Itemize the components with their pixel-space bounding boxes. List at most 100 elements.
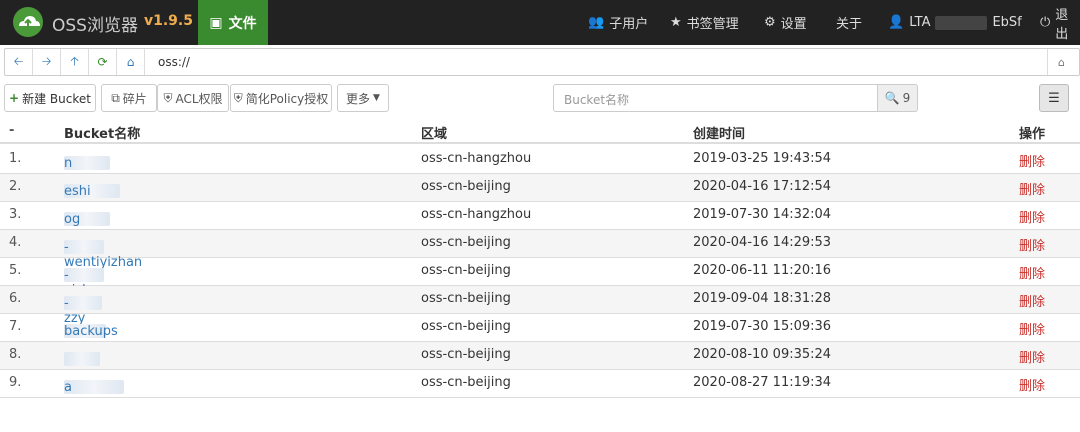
folder-icon: ▣ (209, 14, 223, 31)
delete-link[interactable]: 删除 (1019, 319, 1045, 338)
bucket-name-suffix: n (64, 156, 73, 171)
bucket-created: 2020-04-16 17:12:54 (693, 179, 832, 194)
table-row[interactable]: 8.⛁xoss-cn-beijing2020-08-10 09:35:24删除 (0, 342, 1080, 370)
bookmarks-link[interactable]: ★ 书签管理 (670, 0, 739, 45)
copy-icon: ⧉ (111, 90, 120, 105)
table-row[interactable]: 5.⛁ai-yizhanoss-cn-beijing2020-06-11 11:… (0, 258, 1080, 298)
account-menu[interactable]: 👤 LTA EbSf (888, 0, 1022, 45)
more-label: 更多 (346, 91, 371, 106)
caret-down-icon: ▼ (373, 93, 380, 103)
new-bucket-label: 新建 Bucket (22, 91, 91, 106)
new-bucket-button[interactable]: + 新建 Bucket (4, 84, 96, 112)
tab-files[interactable]: ▣ 文件 (198, 0, 268, 45)
tab-files-label: 文件 (228, 15, 257, 32)
settings-link[interactable]: ⚙ 设置 (764, 0, 807, 45)
user-icon: 👤 (888, 15, 905, 30)
header-action: 操作 (1019, 127, 1046, 142)
bucket-created: 2019-07-30 14:32:04 (693, 207, 832, 222)
bucket-name-suffix: eshi (64, 184, 91, 199)
header-select-all[interactable]: - (9, 123, 14, 138)
header-bucket-name[interactable]: Bucket名称 (64, 123, 140, 142)
search-icon: 🔍 (884, 91, 900, 105)
delete-link[interactable]: 删除 (1019, 291, 1045, 310)
row-index: 7. (9, 319, 22, 334)
arrow-up-icon: 🡡 (70, 53, 79, 68)
app-version: v1.9.5 (144, 13, 193, 29)
arrow-left-icon: 🡠 (13, 53, 24, 68)
table-row[interactable]: 9.⛁xaoss-cn-beijing2020-08-27 11:19:34删除 (0, 370, 1080, 398)
refresh-button[interactable]: ⟳ (89, 49, 117, 75)
bucket-created: 2019-07-30 15:09:36 (693, 319, 832, 334)
bucket-region: oss-cn-beijing (421, 375, 511, 390)
policy-button[interactable]: ⛨ 简化Policy授权 (230, 84, 332, 112)
bucket-created: 2019-09-04 18:31:28 (693, 291, 832, 306)
home-button[interactable]: ⌂ (117, 49, 145, 75)
delete-link[interactable]: 删除 (1019, 263, 1045, 282)
account-id-prefix: LTA (909, 15, 931, 30)
power-icon: ⏻ (1040, 15, 1051, 30)
about-link[interactable]: 关于 (836, 0, 862, 45)
address-input[interactable]: oss:// (158, 55, 190, 69)
bucket-name-suffix: a (64, 380, 72, 395)
back-button[interactable]: 🡠 (5, 49, 33, 75)
bucket-created: 2020-08-27 11:19:34 (693, 375, 832, 390)
list-view-toggle[interactable]: ☰ (1039, 84, 1069, 112)
sub-user-label: 子用户 (609, 17, 649, 32)
sub-user-link[interactable]: 👥 子用户 (588, 0, 648, 45)
logout-link[interactable]: ⏻ 退出 (1040, 0, 1080, 45)
bucket-region: oss-cn-beijing (421, 291, 511, 306)
redacted-account (935, 15, 988, 30)
more-dropdown[interactable]: 更多 ▼ (337, 84, 389, 112)
users-icon: 👥 (588, 15, 605, 30)
list-icon: ☰ (1048, 90, 1060, 106)
bucket-created: 2020-08-10 09:35:24 (693, 347, 832, 362)
bookmarks-label: 书签管理 (686, 17, 739, 32)
table-row[interactable]: 3.⛁aogoss-cn-hangzhou2019-07-30 14:32:04… (0, 202, 1080, 230)
row-index: 9. (9, 375, 22, 390)
table-row[interactable]: 2.⛁aeshioss-cn-beijing2020-04-16 17:12:5… (0, 174, 1080, 202)
delete-link[interactable]: 删除 (1019, 235, 1045, 254)
redacted-name (64, 352, 100, 366)
header-region[interactable]: 区域 (421, 123, 447, 142)
acl-label: ACL权限 (175, 91, 223, 106)
delete-link[interactable]: 删除 (1019, 151, 1045, 170)
bucket-created: 2019-03-25 19:43:54 (693, 151, 832, 166)
account-id-suffix: EbSf (992, 15, 1022, 30)
table-header: - Bucket名称 区域 创建时间 操作 (0, 118, 1080, 144)
forward-button[interactable]: 🡢 (33, 49, 61, 75)
table-row[interactable]: 1.⛁ainoss-cn-hangzhou2019-03-25 19:43:54… (0, 146, 1080, 174)
fragments-label: 碎片 (122, 91, 147, 106)
fragments-button[interactable]: ⧉ 碎片 (101, 84, 157, 112)
bucket-region: oss-cn-beijing (421, 263, 511, 278)
refresh-icon: ⟳ (97, 55, 108, 69)
acl-button[interactable]: ⛨ ACL权限 (157, 84, 229, 112)
top-navbar: OSS浏览器 v1.9.5 ▣ 文件 👥 子用户 ★ 书签管理 ⚙ 设置 关于 … (0, 0, 1080, 45)
home-icon: ⌂ (1058, 55, 1065, 69)
table-row[interactable]: 4.⛁ai-wentiyizhanoss-cn-beijing2020-04-1… (0, 230, 1080, 270)
bookmark-home-button[interactable]: ⌂ (1047, 49, 1075, 75)
delete-link[interactable]: 删除 (1019, 375, 1045, 394)
star-icon: ★ (670, 15, 682, 30)
row-index: 1. (9, 151, 22, 166)
delete-link[interactable]: 删除 (1019, 347, 1045, 366)
arrow-right-icon: 🡢 (41, 53, 52, 68)
bucket-region: oss-cn-beijing (421, 319, 511, 334)
delete-link[interactable]: 删除 (1019, 179, 1045, 198)
row-index: 3. (9, 207, 22, 222)
bucket-region: oss-cn-beijing (421, 179, 511, 194)
search-button[interactable]: 🔍 9 (878, 84, 918, 112)
delete-link[interactable]: 删除 (1019, 207, 1045, 226)
bucket-created: 2020-04-16 14:29:53 (693, 235, 832, 250)
up-button[interactable]: 🡡 (61, 49, 89, 75)
shield-icon: ⛨ (163, 90, 173, 105)
plus-icon: + (9, 91, 20, 105)
bucket-search-input[interactable]: Bucket名称 (553, 84, 878, 112)
shield-icon: ⛨ (233, 90, 243, 105)
bucket-region: oss-cn-hangzhou (421, 151, 532, 166)
cloud-logo-icon (13, 7, 43, 37)
header-created[interactable]: 创建时间 (693, 123, 745, 142)
bucket-created: 2020-06-11 11:20:16 (693, 263, 832, 278)
table-row[interactable]: 7.⛁abackupsoss-cn-beijing2019-07-30 15:0… (0, 314, 1080, 342)
table-row[interactable]: 6.⛁ai-zzyoss-cn-beijing2019-09-04 18:31:… (0, 286, 1080, 326)
redacted-name (64, 380, 124, 394)
